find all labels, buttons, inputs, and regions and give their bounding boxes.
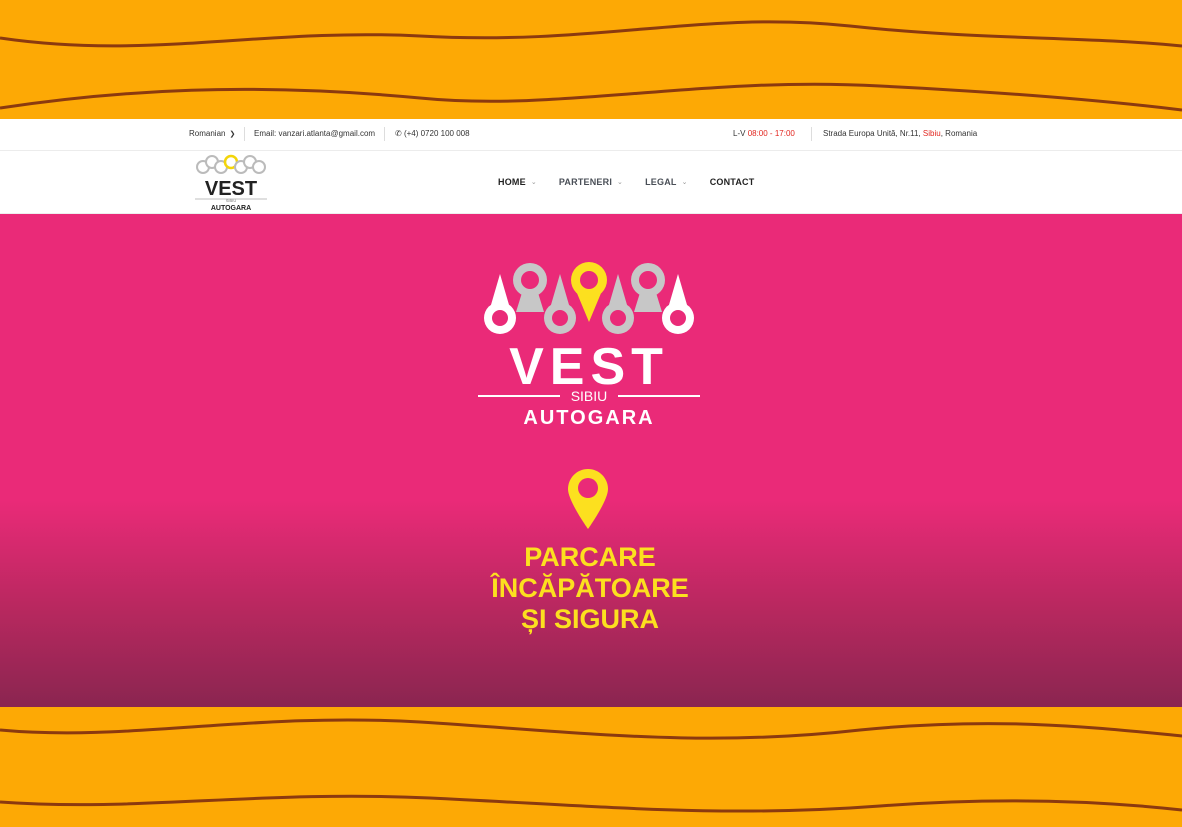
phone-icon: ✆ bbox=[395, 129, 402, 138]
main-navbar: VEST SIBIU AUTOGARA HOME ⌄ PARTENERI ⌄ L… bbox=[0, 151, 1182, 214]
website-frame: Romanian ❯ Email: vanzari.atlanta@gmail.… bbox=[0, 119, 1182, 707]
nav-home[interactable]: HOME ⌄ bbox=[498, 177, 537, 187]
divider bbox=[384, 127, 385, 141]
chevron-down-icon: ⌄ bbox=[617, 179, 624, 186]
hero-logo-tagline: AUTOGARA bbox=[523, 407, 654, 429]
logo-pins-icon bbox=[484, 262, 694, 334]
divider bbox=[244, 127, 245, 141]
divider bbox=[811, 127, 812, 141]
logo-tagline: AUTOGARA bbox=[211, 205, 251, 212]
slogan-line: PARCARE bbox=[524, 542, 656, 572]
hero-slogan: PARCARE ÎNCĂPĂTOARE ȘI SIGURA bbox=[440, 542, 740, 635]
nav-legal-label: LEGAL bbox=[645, 177, 677, 187]
decorative-wave-bottom bbox=[0, 718, 1182, 813]
hours-value: 08:00 - 17:00 bbox=[747, 129, 795, 138]
opening-hours: L-V 08:00 - 17:00 bbox=[733, 129, 795, 138]
slogan-line: ȘI SIGURA bbox=[520, 604, 660, 634]
nav-parteneri-label: PARTENERI bbox=[558, 177, 613, 187]
map-pin-icon bbox=[568, 469, 608, 529]
nav-legal[interactable]: LEGAL ⌄ bbox=[645, 177, 688, 187]
phone-number: (+4) 0720 100 008 bbox=[403, 129, 470, 138]
hours-prefix: L-V bbox=[733, 129, 746, 138]
address-country: , Romania bbox=[940, 129, 978, 138]
nav-home-label: HOME bbox=[498, 177, 526, 187]
nav-contact-label: CONTACT bbox=[709, 177, 755, 187]
logo-pins-icon bbox=[196, 154, 266, 174]
logo-subtitle: SIBIU bbox=[226, 198, 237, 203]
logo-title: VEST bbox=[205, 178, 257, 200]
decorative-wave-top bbox=[0, 20, 1182, 112]
phone-contact[interactable]: ✆ (+4) 0720 100 008 bbox=[395, 129, 470, 138]
nav-contact[interactable]: CONTACT bbox=[710, 177, 755, 187]
chevron-down-icon: ⌄ bbox=[530, 179, 537, 186]
slogan-line: ÎNCĂPĂTOARE bbox=[491, 573, 689, 603]
hero-banner: VEST SIBIU AUTOGARA PARCARE ÎNCĂPĂTOARE … bbox=[0, 214, 1182, 707]
nav-parteneri[interactable]: PARTENERI ⌄ bbox=[559, 177, 623, 187]
main-menu: HOME ⌄ PARTENERI ⌄ LEGAL ⌄ CONTACT bbox=[498, 177, 754, 187]
hero-logo-subtitle: SIBIU bbox=[571, 388, 608, 404]
chevron-down-icon: ⌄ bbox=[681, 179, 688, 186]
chevron-down-icon: ❯ bbox=[229, 130, 236, 138]
email-contact[interactable]: Email: vanzari.atlanta@gmail.com bbox=[254, 129, 375, 138]
address-city: Sibiu bbox=[922, 129, 941, 138]
top-info-bar: Romanian ❯ Email: vanzari.atlanta@gmail.… bbox=[0, 119, 1182, 151]
site-logo[interactable]: VEST SIBIU AUTOGARA bbox=[191, 154, 271, 212]
address: Strada Europa Unită, Nr.11, Sibiu, Roman… bbox=[823, 129, 977, 138]
language-selector[interactable]: Romanian ❯ bbox=[189, 129, 235, 138]
language-label: Romanian bbox=[189, 129, 226, 138]
hero-logo: VEST SIBIU AUTOGARA bbox=[478, 262, 700, 429]
address-street: Strada Europa Unită, Nr.11, bbox=[823, 129, 921, 138]
